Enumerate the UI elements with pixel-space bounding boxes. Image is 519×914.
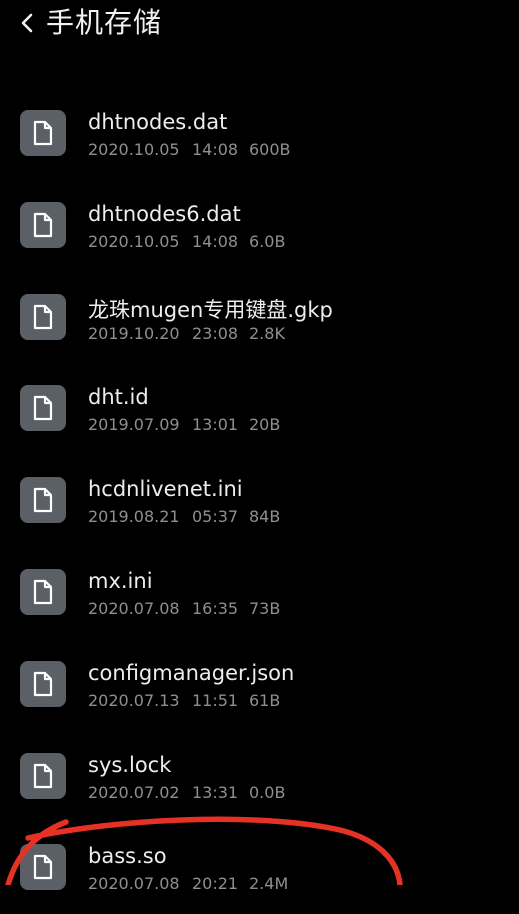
file-icon xyxy=(20,110,66,156)
file-icon xyxy=(20,293,66,340)
file-size: 61B xyxy=(249,690,281,710)
file-name: dhtnodes6.dat xyxy=(88,201,241,226)
file-meta: 2020.07.13 11:51 61B xyxy=(88,691,280,710)
file-size: 600B xyxy=(249,140,291,159)
file-meta: 2019.07.09 13:01 20B xyxy=(88,415,280,434)
file-date: 2020.07.08 xyxy=(88,598,180,618)
top-bar: 手机存储 xyxy=(0,0,519,48)
file-date: 2019.07.09 xyxy=(88,415,180,435)
file-icon xyxy=(20,385,66,432)
file-date: 2019.08.21 xyxy=(88,507,180,527)
file-icon xyxy=(20,477,66,524)
file-name: dht.id xyxy=(88,385,149,410)
file-time: 13:01 xyxy=(192,415,239,435)
file-icon xyxy=(20,660,66,707)
file-size: 2.4M xyxy=(249,874,289,894)
file-meta: 2019.08.21 05:37 84B xyxy=(88,507,280,526)
file-row[interactable]: hcdnlivenet.ini 2019.08.21 05:37 84B xyxy=(0,455,519,547)
file-name: dhtnodes.dat xyxy=(88,110,228,134)
file-time: 05:37 xyxy=(192,507,239,527)
file-row[interactable]: bass.so 2020.07.08 20:21 2.4M xyxy=(0,822,519,914)
file-name: hcdnlivenet.ini xyxy=(88,477,243,502)
file-meta: 2020.10.05 14:08 600B xyxy=(88,140,291,159)
file-time: 20:21 xyxy=(192,874,239,894)
file-name: 龙珠mugen专用键盘.gkp xyxy=(88,297,333,322)
file-size: 73B xyxy=(249,598,281,618)
file-time: 14:08 xyxy=(192,140,239,159)
file-time: 13:31 xyxy=(192,782,239,802)
file-icon xyxy=(20,752,66,799)
file-date: 2020.07.02 xyxy=(88,782,180,802)
file-row[interactable]: sys.lock 2020.07.02 13:31 0.0B xyxy=(0,731,519,823)
file-list: dhtnodes.dat 2020.10.05 14:08 600B dhtnode… xyxy=(0,88,519,914)
file-meta: 2020.10.05 14:08 6.0B xyxy=(88,232,285,251)
file-meta: 2020.07.08 16:35 73B xyxy=(88,599,280,618)
file-row[interactable]: 龙珠mugen专用键盘.gkp 2019.10.20 23:08 2.8K xyxy=(0,272,519,364)
file-row[interactable]: configmanager.json 2020.07.13 11:51 61B xyxy=(0,639,519,731)
file-date: 2020.07.13 xyxy=(88,690,180,710)
file-name: mx.ini xyxy=(88,568,153,593)
chevron-left-icon xyxy=(21,13,33,33)
file-date: 2020.10.05 xyxy=(88,231,180,251)
file-size: 84B xyxy=(249,507,281,527)
back-button[interactable] xyxy=(14,6,40,40)
file-icon xyxy=(20,201,66,248)
file-date: 2019.10.20 xyxy=(88,323,180,343)
file-size: 2.8K xyxy=(249,323,285,343)
file-meta: 2020.07.08 20:21 2.4M xyxy=(88,874,288,893)
page-title: 手机存储 xyxy=(46,6,163,39)
file-icon xyxy=(20,568,66,615)
file-name: bass.so xyxy=(88,844,167,869)
file-row[interactable]: dht.id 2019.07.09 13:01 20B xyxy=(0,363,519,455)
file-size: 20B xyxy=(249,415,281,435)
file-time: 23:08 xyxy=(192,323,239,343)
file-time: 16:35 xyxy=(192,598,239,618)
file-row[interactable]: dhtnodes6.dat 2020.10.05 14:08 6.0B xyxy=(0,180,519,272)
file-icon xyxy=(20,844,66,891)
file-size: 0.0B xyxy=(249,782,286,802)
file-row[interactable]: mx.ini 2020.07.08 16:35 73B xyxy=(0,547,519,639)
file-size: 6.0B xyxy=(249,231,286,251)
file-time: 14:08 xyxy=(192,231,239,251)
file-time: 11:51 xyxy=(192,690,239,710)
file-meta: 2020.07.02 13:31 0.0B xyxy=(88,783,285,802)
file-meta: 2019.10.20 23:08 2.8K xyxy=(88,324,285,343)
file-name: sys.lock xyxy=(88,752,172,777)
file-row[interactable]: dhtnodes.dat 2020.10.05 14:08 600B xyxy=(0,88,519,180)
file-name: configmanager.json xyxy=(88,660,295,685)
file-date: 2020.07.08 xyxy=(88,874,180,894)
file-date: 2020.10.05 xyxy=(88,140,180,159)
